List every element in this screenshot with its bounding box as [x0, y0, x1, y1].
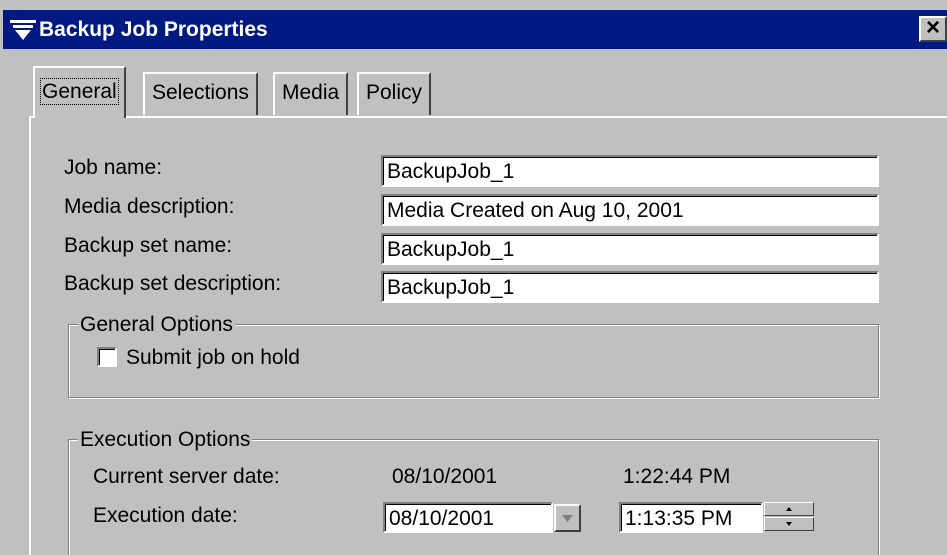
tab-media[interactable]: Media: [273, 72, 349, 115]
title-bar[interactable]: Backup Job Properties ×: [3, 10, 947, 49]
tab-selections-label: Selections: [152, 81, 249, 104]
general-tab-panel: [29, 116, 947, 555]
tab-policy[interactable]: Policy: [357, 72, 432, 115]
backup-job-properties-window: Backup Job Properties × General Selectio…: [0, 0, 947, 555]
tab-policy-label: Policy: [366, 81, 423, 104]
close-button[interactable]: ×: [919, 16, 947, 42]
tab-selections[interactable]: Selections: [143, 72, 258, 115]
window-title: Backup Job Properties: [39, 18, 268, 41]
close-icon: ×: [925, 14, 940, 41]
tab-general-label: General: [40, 78, 119, 105]
tab-general[interactable]: General: [33, 66, 126, 118]
backup-funnel-icon: [10, 20, 36, 40]
tab-media-label: Media: [282, 81, 340, 104]
